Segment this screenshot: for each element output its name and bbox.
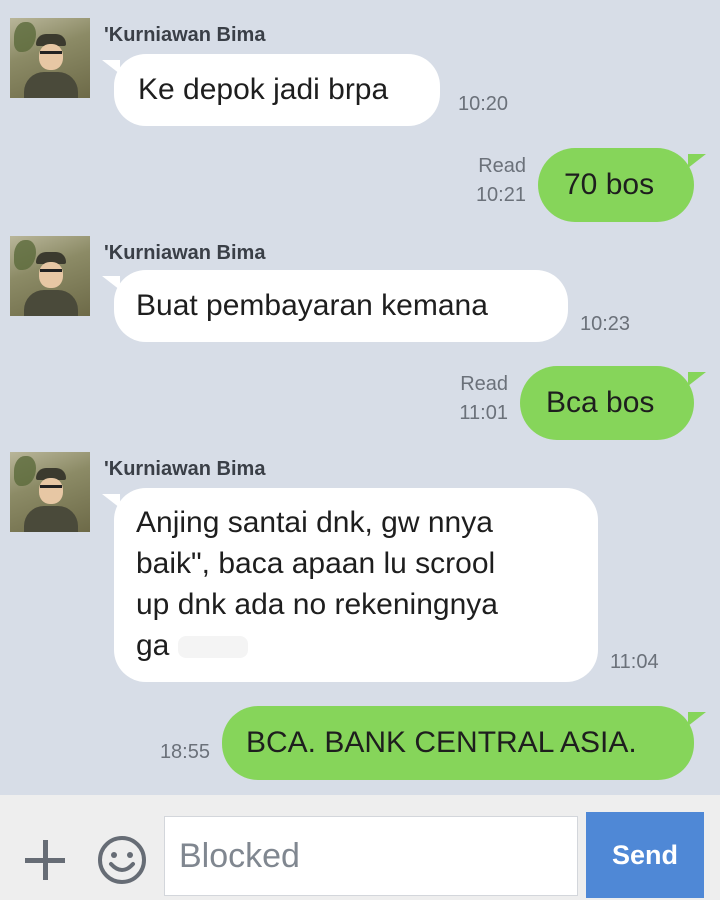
smiley-icon[interactable] (96, 834, 148, 886)
message-text-line: ga (136, 629, 170, 662)
read-receipt: Read 11:01 (438, 370, 508, 428)
read-receipt: Read 10:21 (456, 152, 526, 210)
message-time: 10:20 (458, 93, 509, 115)
message-text: Ke depok jadi brpa (138, 73, 389, 106)
message-text: Bca bos (546, 386, 655, 419)
outgoing-message-bubble[interactable]: BCA. BANK CENTRAL ASIA. (222, 706, 706, 780)
message-text: 70 bos (564, 168, 655, 201)
message-time: 10:23 (580, 313, 631, 335)
redacted-text (177, 636, 248, 659)
outgoing-message-bubble[interactable]: 70 bos (538, 148, 706, 222)
read-status: Read (460, 373, 508, 395)
send-button[interactable]: Send (586, 812, 704, 898)
sender-name: 'Kurniawan Bima (104, 458, 266, 480)
sender-name: 'Kurniawan Bima (104, 24, 266, 46)
message-time: 11:04 (610, 651, 659, 673)
sender-name: 'Kurniawan Bima (104, 242, 266, 264)
message-time: 10:21 (475, 184, 526, 206)
sender-avatar[interactable] (10, 452, 90, 532)
sender-avatar[interactable] (10, 18, 90, 98)
message-text-line: Anjing santai dnk, gw nnya (136, 506, 493, 539)
message-text: BCA. BANK CENTRAL ASIA. (246, 726, 637, 759)
message-time: 11:01 (459, 402, 508, 424)
message-text: Buat pembayaran kemana (136, 289, 488, 322)
message-time: 18:55 (159, 741, 210, 763)
message-input[interactable]: Blocked (164, 816, 578, 896)
incoming-message-bubble[interactable]: Anjing santai dnk, gw nnya baik", baca a… (102, 488, 598, 682)
incoming-message-bubble[interactable]: Buat pembayaran kemana (102, 270, 568, 342)
outgoing-message-bubble[interactable]: Bca bos (520, 366, 706, 440)
plus-icon[interactable] (22, 838, 70, 886)
chat-area: 'Kurniawan Bima Ke depok jadi brpa 10:20… (0, 0, 720, 795)
sender-avatar[interactable] (10, 236, 90, 316)
read-status: Read (478, 155, 526, 177)
incoming-message-bubble[interactable]: Ke depok jadi brpa (102, 54, 440, 126)
message-text-line: baik", baca apaan lu scrool (136, 547, 496, 580)
message-text-line: up dnk ada no rekeningnya (136, 588, 498, 621)
